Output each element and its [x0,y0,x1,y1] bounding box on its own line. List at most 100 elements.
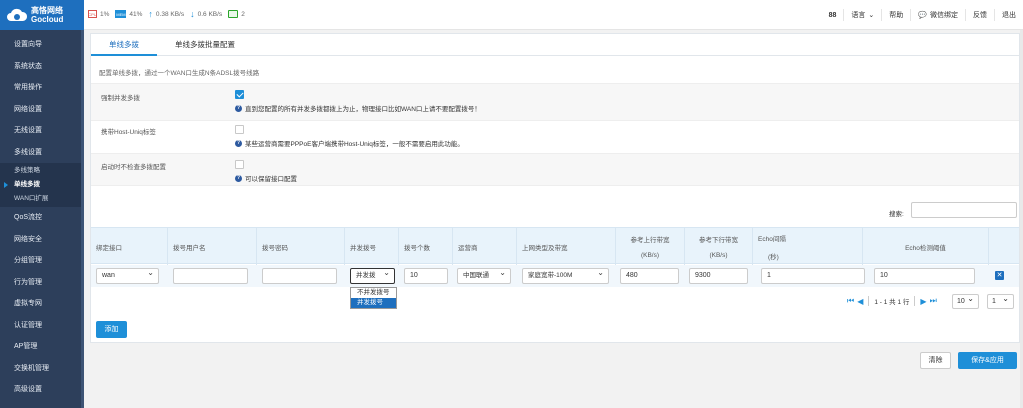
sidebar-item-auth[interactable]: 认证管理 [0,315,84,337]
isp-select[interactable]: 中国联通 [457,266,511,284]
sidebar-item-switch[interactable]: 交换机管理 [0,358,84,380]
prev-page-icon[interactable]: ◀ [857,297,863,306]
option-label-host-uniq: 携带Host-Uniq标签 [101,129,156,136]
mode-dropdown-list: 不并发拨号 并发拨号 [350,287,397,309]
password-input[interactable] [262,268,337,284]
memory-usage: 41% [129,10,143,18]
last-page-icon[interactable]: ⏭ [930,296,937,306]
uplink-type-select[interactable]: 家庭宽带-100M [522,266,609,284]
brand-logo[interactable]: 高恪网络 Gocloud [0,0,84,30]
col-header-echo-int-1: Echo间隔 [758,235,786,243]
feedback-link[interactable]: 反馈 [965,9,994,21]
sidebar-scrollbar[interactable] [81,30,84,408]
main-panel: 单线多拨 单线多拨批量配置 配置单线多拨，通过一个WAN口生成N条ADSL拨号线… [90,33,1020,343]
upload-arrow-icon: ↑ [148,9,153,19]
sidebar-item-groups[interactable]: 分组管理 [0,250,84,272]
option-label-force: 强制并发多拨 [101,95,140,102]
top-bar: 高恪网络 Gocloud CPU 1% MEM 41% ↑ 0.38 KB/s ↓ 0.… [0,0,1023,30]
sidebar-item-behavior[interactable]: 行为管理 [0,272,84,294]
echo-threshold-input[interactable]: 10 [874,268,975,284]
username-input[interactable] [173,268,248,284]
option-label-no-check: 启动时不检查多拨配置 [101,164,166,171]
cpu-icon: CPU [88,10,97,18]
sidebar-item-common-ops[interactable]: 常用操作 [0,77,84,99]
sidebar-subitem-wan-expand[interactable]: WAN口扩展 [0,192,84,206]
mode-option-concurrent[interactable]: 并发拨号 [351,298,396,308]
host-uniq-checkbox[interactable] [235,125,244,134]
iface-select[interactable]: wan [96,266,159,284]
first-page-icon[interactable]: ⏮ [847,296,854,306]
help-link[interactable]: 帮助 [881,9,910,21]
delete-row-icon[interactable]: ✕ [995,271,1004,280]
option-row-no-check [91,153,1019,186]
pagination: ⏮ ◀ 1 - 1 共 1 行 ▶ ⏭ [847,296,937,306]
status-bar: CPU 1% MEM 41% ↑ 0.38 KB/s ↓ 0.6 KB/s 2 [88,9,245,19]
sidebar-item-network[interactable]: 网络设置 [0,99,84,121]
up-bandwidth-input[interactable]: 480 [620,268,679,284]
question-icon: ? [235,139,242,147]
col-header-down-bw: 参考下行带宽 (KB/s) [685,228,753,265]
wechat-label: 微信绑定 [930,12,958,19]
dial-count-input[interactable]: 10 [404,268,448,284]
option-hint-force: 直到您配置的所有并发多拨都拨上为止，物理接口比如WAN口上请不要配置拨号！ [245,106,481,113]
brand-name-cn: 高恪网络 [31,6,63,15]
page-size-select[interactable]: 10 [952,292,979,309]
sidebar-subitem-policy[interactable]: 多线策略 [0,164,84,178]
tab-batch-config[interactable]: 单线多拨批量配置 [157,34,253,56]
wechat-icon: 💬 [918,12,927,19]
add-button[interactable]: 添加 [96,321,127,338]
pager-divider [868,296,870,306]
cloud-logo-icon [6,6,28,24]
question-icon: ? [235,104,242,112]
sidebar-item-qos[interactable]: QoS流控 [0,207,84,229]
col-header-up-bw: 参考上行带宽 (KB/s) [616,228,685,265]
sidebar-subitem-single-multidial[interactable]: 单线多拨 [0,178,84,192]
monitor-icon [228,10,239,18]
sidebar: 设置向导 系统状态 常用操作 网络设置 无线设置 多线设置 多线策略 单线多拨 … [0,30,84,408]
search-label: 搜索: [889,211,904,218]
mode-option-no-concurrent[interactable]: 不并发拨号 [351,288,396,298]
col-header-mode: 并发拨号 [345,228,399,265]
col-header-count: 拨号个数 [399,228,453,265]
upload-rate: 0.38 KB/s [155,10,185,18]
sidebar-item-setup-wizard[interactable]: 设置向导 [0,34,84,56]
col-header-down-bw-2: (KB/s) [709,252,728,259]
clear-button[interactable]: 清除 [920,352,951,369]
chevron-down-icon: ⌄ [868,12,875,19]
download-rate: 0.6 KB/s [197,10,223,18]
logout-link[interactable]: 退出 [994,9,1023,21]
col-header-echo-int-2: (秒) [768,253,779,261]
brand-name-en: Gocloud [31,15,64,24]
language-label: 语言 [851,12,866,19]
language-menu[interactable]: 语言 ⌄ [843,9,881,21]
search-input[interactable] [911,202,1017,218]
terminal-count: 2 [241,10,245,18]
top-right-nav: 88 语言 ⌄ 帮助 💬 微信绑定 反馈 退出 [822,0,1023,30]
wechat-bind-link[interactable]: 💬 微信绑定 [910,9,965,21]
col-header-isp: 运营商 [453,228,517,265]
online-count: 88 [828,11,837,19]
tab-single-multidial[interactable]: 单线多拨 [91,34,157,56]
mode-select[interactable]: 并发拨 [350,266,395,284]
sidebar-item-advanced[interactable]: 高级设置 [0,379,84,401]
col-header-down-bw-1: 参考下行带宽 [699,237,738,244]
download-arrow-icon: ↓ [190,9,195,19]
option-hint-host-uniq: 某些运营商需要PPPoE客户端携带Host-Uniq标签，一般不需要启用此功能。 [245,141,464,148]
next-page-icon[interactable]: ▶ [920,297,926,306]
sidebar-item-security[interactable]: 网络安全 [0,229,84,251]
page-number-select[interactable]: 1 [987,292,1014,309]
tab-bar: 单线多拨 单线多拨批量配置 [91,34,1019,56]
question-icon: ? [235,174,242,182]
no-check-checkbox[interactable] [235,160,244,169]
force-concurrent-checkbox[interactable] [235,90,244,99]
sidebar-item-ap[interactable]: AP管理 [0,336,84,358]
option-hint-no-check: 可以保留接口配置 [245,176,297,183]
sidebar-item-wireless[interactable]: 无线设置 [0,120,84,142]
down-bandwidth-input[interactable]: 9300 [689,268,748,284]
echo-interval-input[interactable]: 1 [761,268,865,284]
sidebar-item-vpn[interactable]: 虚拟专网 [0,293,84,315]
save-apply-button[interactable]: 保存&应用 [958,352,1017,369]
sidebar-item-system-status[interactable]: 系统状态 [0,56,84,78]
col-header-up-bw-1: 参考上行带宽 [630,237,670,244]
sidebar-item-multiline[interactable]: 多线设置 [0,142,84,164]
